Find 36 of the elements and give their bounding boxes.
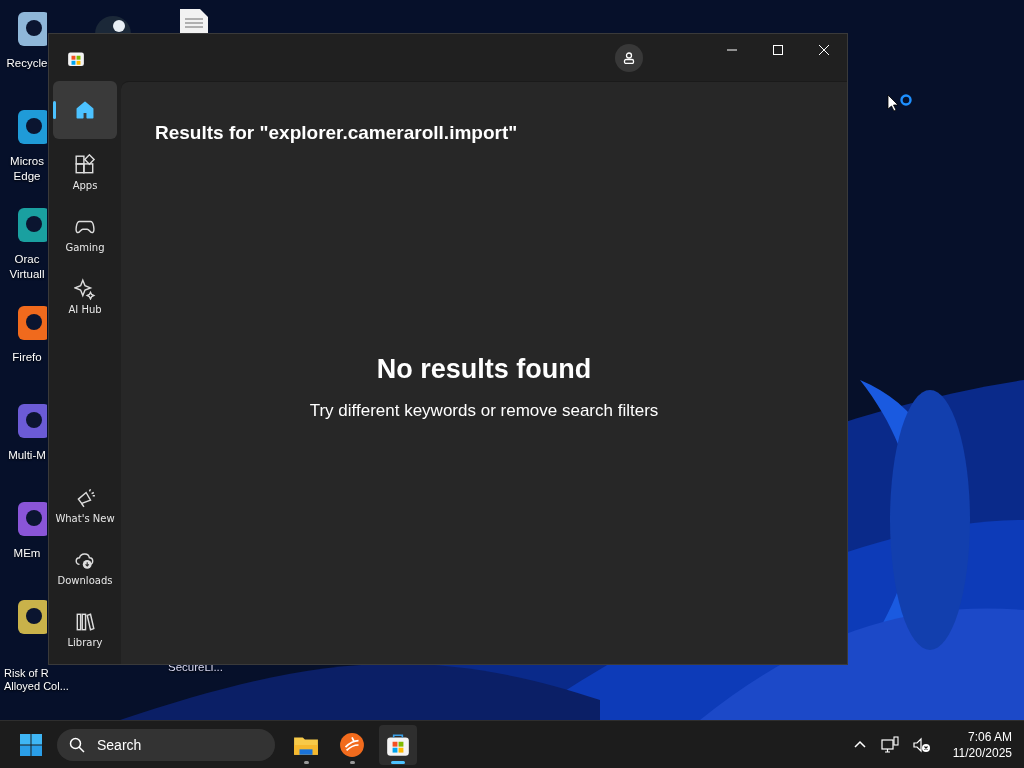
search-input[interactable]: Search bbox=[95, 735, 249, 754]
nav-item[interactable]: Library bbox=[53, 600, 117, 658]
start-button[interactable] bbox=[19, 732, 43, 757]
person-icon bbox=[623, 51, 635, 64]
home-icon bbox=[74, 99, 96, 121]
account-button[interactable] bbox=[615, 43, 643, 72]
nav-item[interactable]: What's New bbox=[53, 476, 117, 534]
taskbar-app-button[interactable] bbox=[379, 724, 417, 765]
sparkle-icon bbox=[74, 277, 96, 300]
search-field[interactable]: Search bbox=[57, 728, 275, 761]
nav-item[interactable]: Apps bbox=[53, 143, 117, 201]
desktop-icon-label[interactable]: Risk of R Alloyed Col... bbox=[4, 667, 78, 693]
desktop-icon-label[interactable]: Recycle bbox=[4, 56, 50, 71]
clock-time[interactable]: 7:06 AM bbox=[967, 728, 1012, 745]
home-nav-button[interactable] bbox=[53, 81, 117, 139]
desktop-icon-label[interactable]: Micros Edge bbox=[4, 154, 50, 184]
volume-muted-icon[interactable] bbox=[912, 735, 931, 754]
store-icon bbox=[385, 731, 411, 758]
empty-state-title: No results found bbox=[376, 354, 592, 385]
results-heading: Results for "explorer.cameraroll.import" bbox=[155, 122, 519, 144]
desktop-icon-label[interactable]: Firefo bbox=[4, 350, 50, 365]
close-icon bbox=[818, 43, 830, 56]
desktop-icon-label[interactable]: MEm bbox=[4, 546, 50, 561]
search-icon bbox=[69, 736, 85, 753]
apps-icon bbox=[74, 153, 96, 176]
nav-item[interactable]: Downloads bbox=[53, 538, 117, 596]
nav-item[interactable]: Gaming bbox=[53, 205, 117, 263]
document-icon[interactable] bbox=[178, 7, 210, 33]
empty-state-message: Try different keywords or remove search filters bbox=[309, 401, 659, 421]
maximize-icon bbox=[772, 43, 784, 56]
network-icon[interactable] bbox=[880, 735, 899, 754]
desktop-icon-label[interactable]: Multi-M bbox=[4, 448, 50, 463]
clock-date[interactable]: 11/20/2025 bbox=[952, 744, 1012, 761]
desktop-icon-label[interactable]: Orac Virtuall bbox=[4, 252, 50, 282]
nav-item[interactable]: AI Hub bbox=[53, 267, 117, 325]
app-icon bbox=[339, 731, 365, 758]
